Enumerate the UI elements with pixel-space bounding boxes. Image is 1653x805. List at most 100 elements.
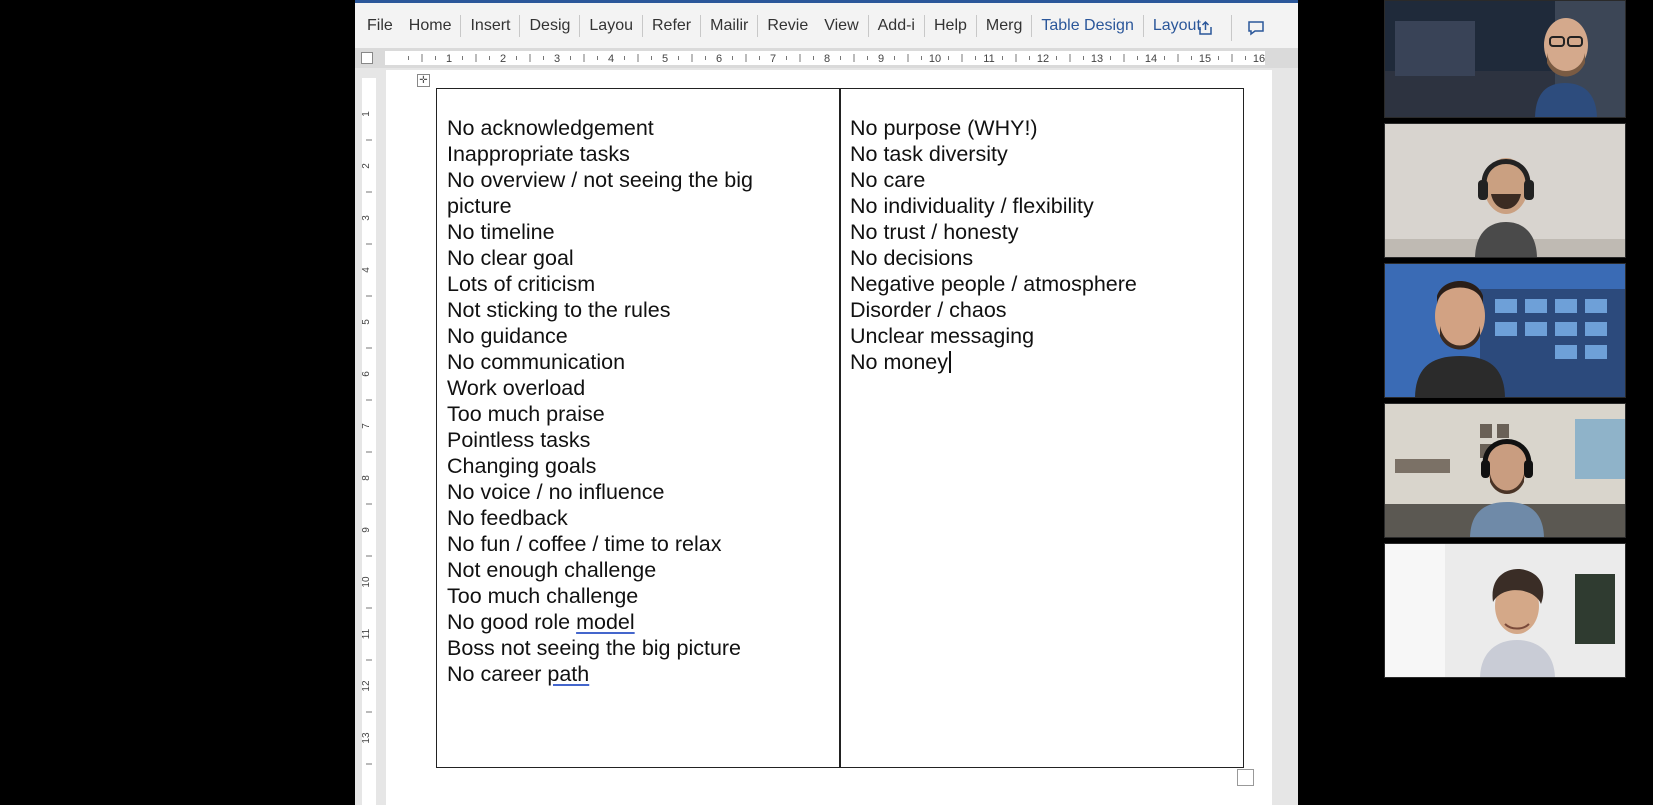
ribbon-divider: [1231, 15, 1232, 41]
participant-video: [1385, 124, 1625, 257]
ruler-ticks: 12345678910111213: [361, 111, 372, 765]
video-tile-participant-3[interactable]: [1384, 263, 1626, 398]
ruler-number: 4: [362, 267, 372, 273]
participant-video: [1385, 264, 1625, 397]
tab-references[interactable]: Refer: [644, 13, 699, 39]
list-item: Unclear messaging: [850, 324, 1035, 348]
ruler-number: 12: [1037, 53, 1049, 65]
list-item: No task diversity: [850, 142, 1008, 166]
horizontal-ruler[interactable]: 1 2 3 4 5 6 7 8 9 10 11 12 13 14 15 16: [355, 48, 1298, 68]
tab-table-design[interactable]: Table Design: [1033, 13, 1142, 39]
table-move-handle-icon[interactable]: ✛: [417, 74, 430, 87]
participant-video: [1385, 544, 1625, 677]
ruler-number: 12: [362, 680, 372, 692]
tab-help[interactable]: Help: [926, 13, 975, 39]
list-item: Not sticking to the rules: [447, 298, 671, 322]
ruler-number: 6: [362, 371, 372, 377]
ruler-number: 15: [1199, 53, 1211, 65]
tab-separator: [923, 14, 925, 37]
spellcheck-underlined-word[interactable]: path: [547, 662, 589, 686]
tab-separator: [519, 14, 521, 37]
ruler-number: 11: [362, 628, 372, 639]
list-item: No good role model: [447, 609, 827, 635]
participant-video: [1385, 404, 1625, 537]
list-item-text: No career: [447, 662, 548, 686]
tab-mailings[interactable]: Mailir: [702, 13, 756, 39]
ruler-number: 8: [824, 53, 830, 65]
table-column-divider[interactable]: [839, 89, 841, 767]
ruler-number: 6: [716, 53, 722, 65]
list-item: No timeline: [447, 220, 555, 244]
ruler-number: 1: [362, 111, 372, 117]
tab-separator: [975, 14, 977, 37]
ruler-number: 2: [500, 53, 506, 65]
tab-layout[interactable]: Layou: [581, 13, 641, 39]
ruler-number: 11: [983, 53, 994, 65]
list-item: Pointless tasks: [447, 428, 591, 452]
tab-add-ins[interactable]: Add-i: [870, 13, 923, 39]
tab-separator: [641, 14, 643, 37]
table-cell-left[interactable]: No acknowledgement Inappropriate tasks N…: [447, 115, 827, 687]
ruler-number: 3: [362, 215, 372, 221]
ruler-number: 9: [878, 53, 884, 65]
ruler-number: 7: [770, 53, 776, 65]
tab-file[interactable]: File: [359, 13, 401, 39]
table-resize-handle-icon[interactable]: [1237, 769, 1254, 786]
list-item: No acknowledgement: [447, 116, 654, 140]
tab-separator: [579, 14, 581, 37]
ruler-number: 13: [362, 732, 372, 744]
tab-insert[interactable]: Insert: [462, 13, 518, 39]
ruler-number: 5: [662, 53, 668, 65]
comments-button[interactable]: [1238, 13, 1274, 43]
video-tile-participant-2[interactable]: [1384, 123, 1626, 258]
ruler-number: 10: [929, 53, 941, 65]
document-table[interactable]: No acknowledgement Inappropriate tasks N…: [436, 88, 1244, 768]
list-item: No feedback: [447, 506, 568, 530]
ruler-strip: 1 2 3 4 5 6 7 8 9 10 11 12 13 14 15 16: [385, 51, 1265, 65]
tab-review[interactable]: Revie: [759, 13, 816, 39]
ruler-number: 7: [362, 423, 372, 429]
tab-separator: [460, 14, 462, 37]
tab-separator: [867, 14, 869, 37]
list-item: No overview / not seeing the big: [447, 168, 753, 192]
tab-separator: [1142, 14, 1144, 37]
ribbon-tab-bar: File Home Insert Desig Layou Refer Maili…: [355, 0, 1298, 48]
tab-selector-icon[interactable]: [361, 52, 373, 64]
spellcheck-underlined-word[interactable]: model: [576, 610, 635, 634]
ruler-number: 2: [362, 163, 372, 169]
share-icon: [1199, 20, 1212, 35]
video-tile-participant-5[interactable]: [1384, 543, 1626, 678]
list-item: Too much challenge: [447, 584, 639, 608]
text-cursor: [949, 351, 951, 373]
tab-home[interactable]: Home: [401, 13, 460, 39]
list-item: No clear goal: [447, 246, 574, 270]
list-item: Work overload: [447, 376, 586, 400]
video-tile-participant-4[interactable]: [1384, 403, 1626, 538]
list-item: Negative people / atmosphere: [850, 272, 1137, 296]
list-item: No decisions: [850, 246, 974, 270]
tab-design[interactable]: Desig: [521, 13, 578, 39]
ruler-number: 4: [608, 53, 614, 65]
tab-separator: [700, 14, 702, 37]
tab-separator: [757, 14, 759, 37]
list-item: Lots of criticism: [447, 272, 596, 296]
word-window: File Home Insert Desig Layou Refer Maili…: [355, 0, 1298, 805]
share-button[interactable]: [1188, 13, 1224, 43]
tab-view[interactable]: View: [816, 13, 866, 39]
list-item: Inappropriate tasks: [447, 142, 630, 166]
ruler-number: 16: [1253, 53, 1265, 65]
video-tile-participant-1[interactable]: [1384, 0, 1626, 118]
tab-merge[interactable]: Merg: [978, 13, 1030, 39]
ruler-number: 8: [362, 475, 372, 481]
ruler-number: 10: [362, 576, 372, 588]
vertical-ruler[interactable]: 1 2 3 4 5 6 7 8 9 10 11 12 13: [355, 68, 381, 805]
list-item: Boss not seeing the big picture: [447, 636, 742, 660]
ruler-ticks: 1 2 3 4 5 6 7 8 9 10 11 12 13 14 15 16: [408, 53, 1265, 65]
list-item: Too much praise: [447, 402, 605, 426]
ruler-number: 14: [1145, 53, 1157, 65]
list-item: No fun / coffee / time to relax: [447, 532, 722, 556]
document-page[interactable]: ✛ No acknowledgement Inappropriate tasks…: [386, 70, 1272, 805]
list-item: No money: [850, 349, 1230, 375]
list-item: Disorder / chaos: [850, 298, 1007, 322]
table-cell-right[interactable]: No purpose (WHY!) No task diversity No c…: [850, 115, 1230, 375]
